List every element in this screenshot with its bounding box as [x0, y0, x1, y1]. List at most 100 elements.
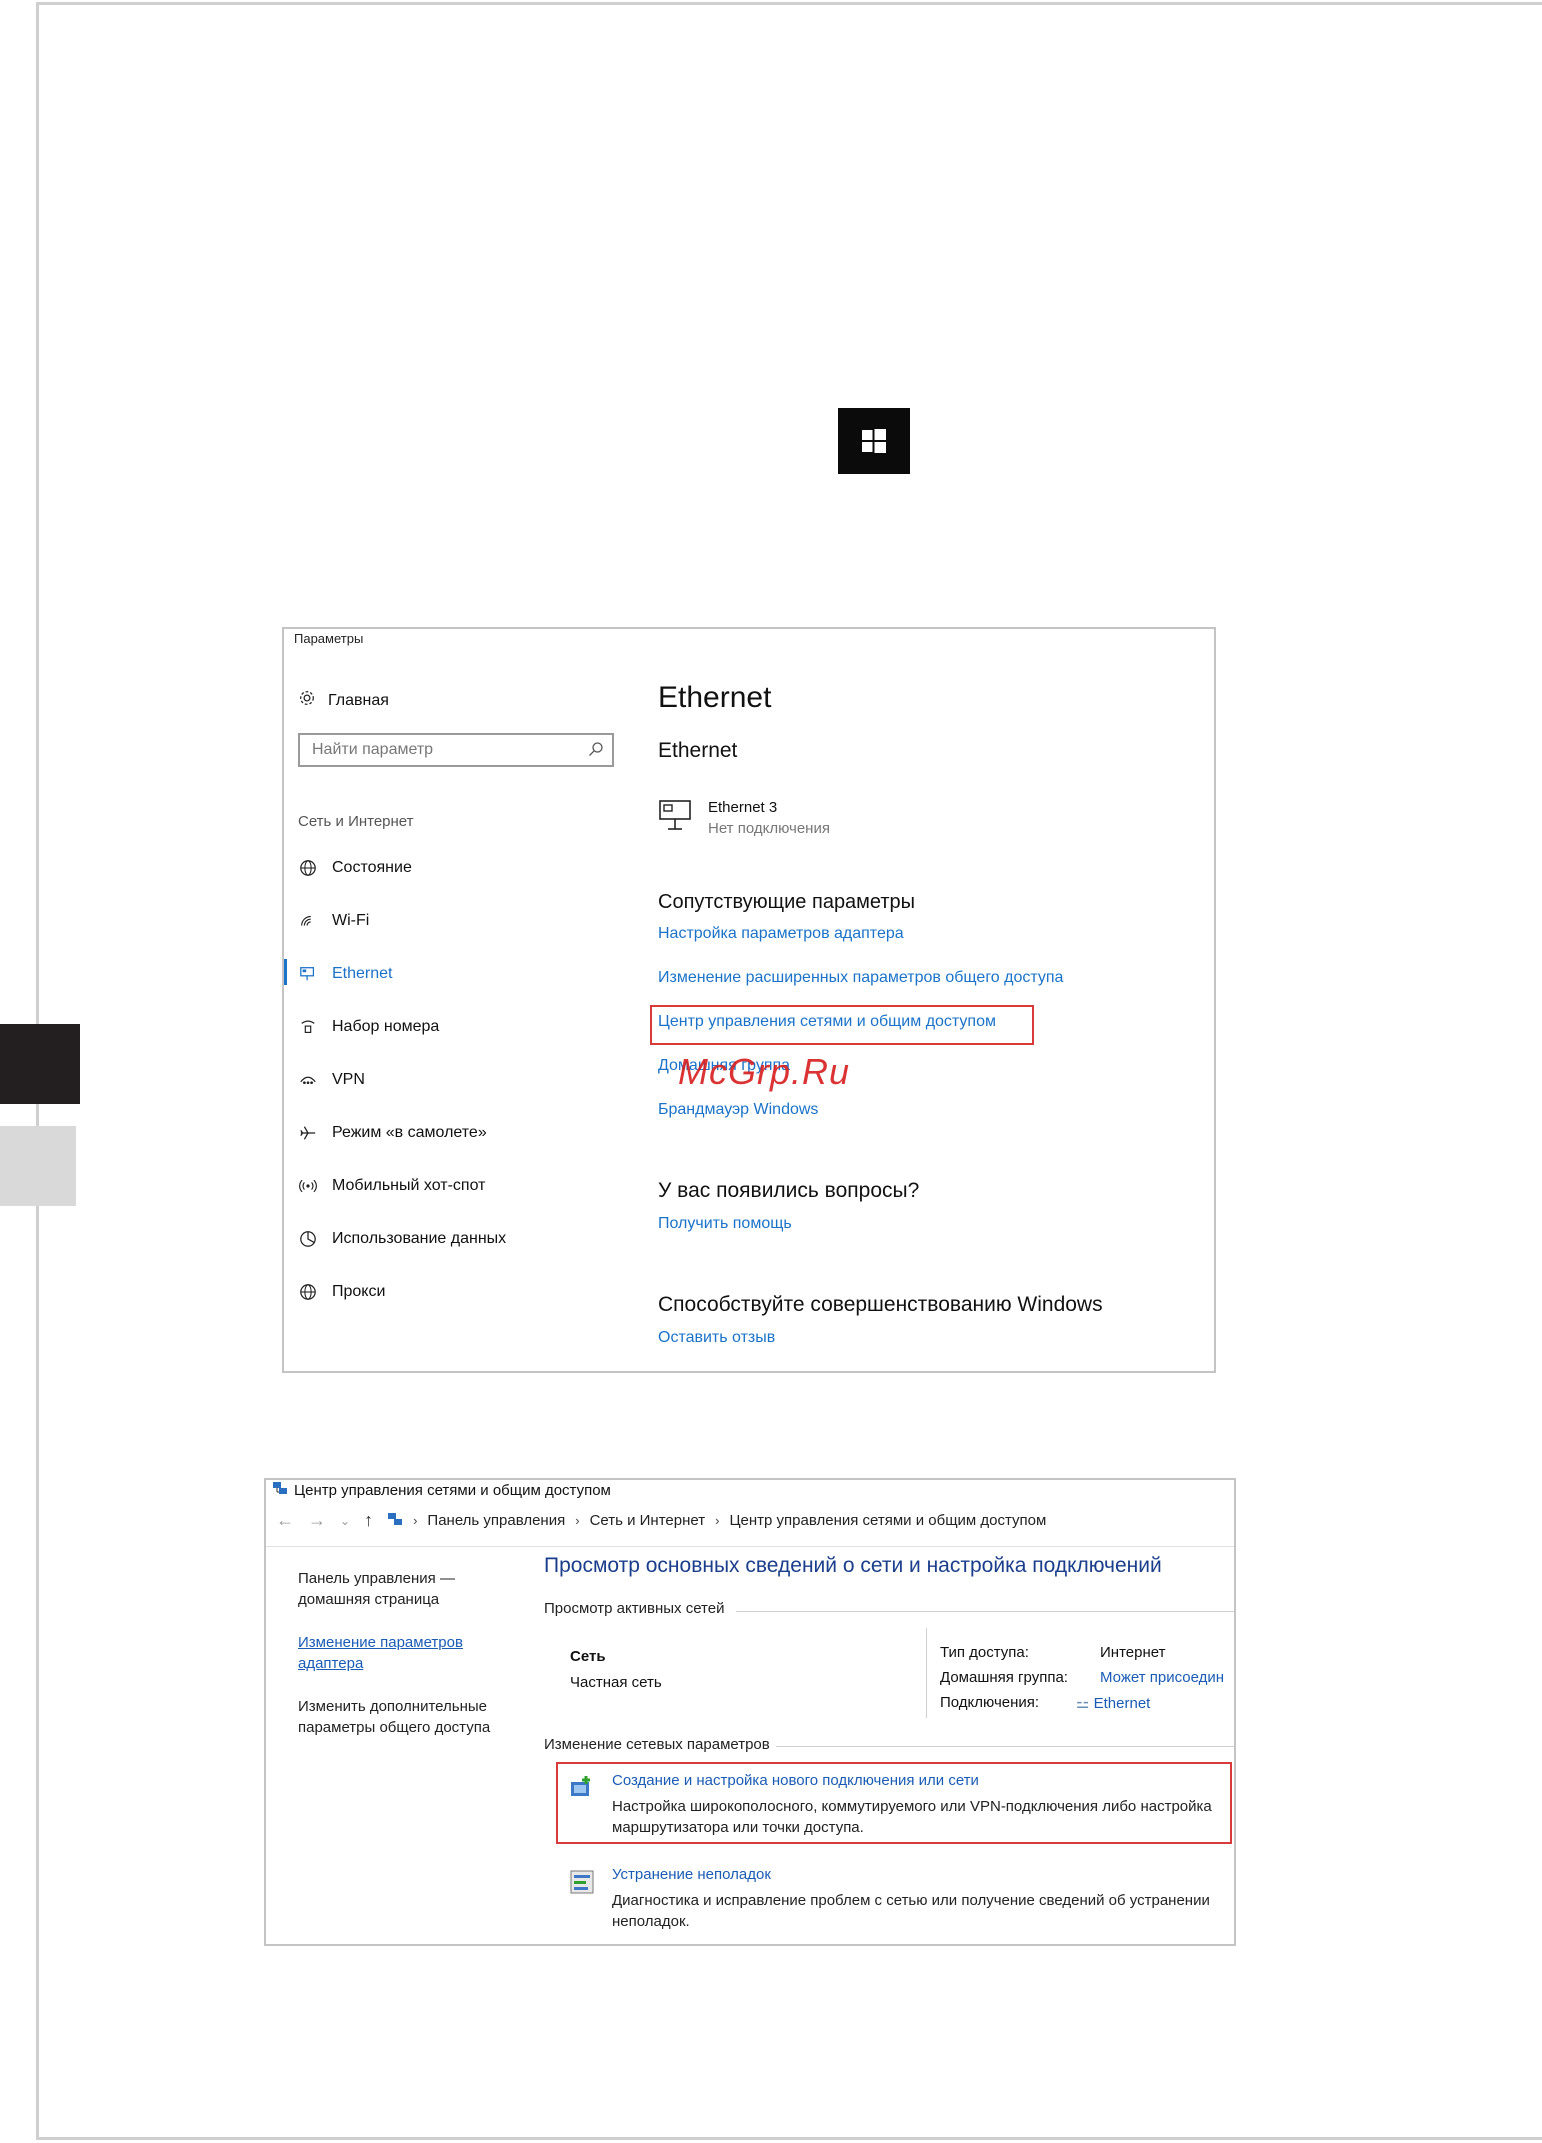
windows-key-icon: [838, 408, 910, 474]
up-arrow-icon[interactable]: ↑: [364, 1510, 373, 1531]
ethernet-plug-icon: ⚍: [1076, 1695, 1090, 1712]
page-subtitle: Ethernet: [658, 739, 738, 762]
questions-heading: У вас появились вопросы?: [658, 1179, 920, 1202]
settings-window: Параметры Главная Найти параметр Сеть и …: [282, 627, 1216, 1373]
connection-name: Ethernet 3: [708, 799, 778, 816]
link-feedback[interactable]: Оставить отзыв: [658, 1329, 775, 1347]
access-type-label: Тип доступа:: [940, 1644, 1029, 1661]
nav-item-wifi[interactable]: Wi-Fi: [298, 911, 369, 931]
nav-item-label: Мобильный хот-спот: [332, 1177, 486, 1194]
chapter-tab-dark: [0, 1024, 80, 1104]
link-firewall[interactable]: Брандмауэр Windows: [658, 1101, 818, 1119]
breadcrumb-item[interactable]: Центр управления сетями и общим доступом: [729, 1512, 1046, 1529]
page-title: Ethernet: [658, 681, 772, 714]
divider: [266, 1546, 1234, 1547]
new-connection-description: Настройка широкополосного, коммутируемог…: [612, 1798, 1212, 1836]
connection-status: Нет подключения: [708, 820, 830, 837]
homegroup-label: Домашняя группа:: [940, 1669, 1068, 1686]
ethernet-icon: [298, 964, 318, 984]
network-center-icon: [272, 1480, 288, 1500]
ethernet-connection-label: Ethernet: [1093, 1695, 1151, 1712]
address-bar: ← → ⌄ ↑ › Панель управления › Сеть и Инт…: [276, 1510, 1046, 1531]
related-settings-heading: Сопутствующие параметры: [658, 891, 916, 913]
active-networks-heading: Просмотр активных сетей: [544, 1600, 725, 1617]
divider: [926, 1628, 927, 1718]
settings-window-title: Параметры: [294, 631, 364, 646]
link-adapter-settings[interactable]: Настройка параметров адаптера: [658, 925, 904, 943]
search-icon: [588, 741, 604, 762]
search-placeholder: Найти параметр: [312, 741, 434, 758]
link-network-sharing-center[interactable]: Центр управления сетями и общим доступом: [658, 1013, 996, 1031]
nav-item-label: Использование данных: [332, 1230, 507, 1247]
new-connection-link[interactable]: Создание и настройка нового подключения …: [612, 1772, 979, 1789]
nav-item-label: Состояние: [332, 859, 412, 876]
homegroup-link[interactable]: Может присоедин: [1100, 1669, 1224, 1686]
nav-item-status[interactable]: Состояние: [298, 858, 412, 878]
nav-item-label: VPN: [332, 1071, 365, 1088]
nav-item-hotspot[interactable]: Мобильный хот-спот: [298, 1176, 485, 1196]
nav-section-label: Сеть и Интернет: [298, 813, 414, 830]
dialup-icon: [298, 1017, 318, 1037]
data-usage-icon: [298, 1229, 318, 1249]
control-panel-icon: [387, 1511, 403, 1531]
recent-dropdown-icon[interactable]: ⌄: [340, 1514, 350, 1528]
improve-heading: Способствуйте совершенствованию Windows: [658, 1293, 1103, 1316]
new-connection-icon: [568, 1774, 596, 1802]
nav-item-data-usage[interactable]: Использование данных: [298, 1229, 506, 1249]
nav-item-label: Режим «в самолете»: [332, 1124, 487, 1141]
active-indicator: [284, 959, 287, 985]
nav-item-vpn[interactable]: VPN: [298, 1070, 365, 1090]
connections-label: Подключения:: [940, 1694, 1040, 1711]
breadcrumb-item[interactable]: Панель управления: [427, 1512, 565, 1529]
globe-icon: [298, 858, 318, 878]
control-panel-home-link[interactable]: Панель управления — домашняя страница: [298, 1568, 518, 1610]
access-type-value: Интернет: [1100, 1644, 1166, 1661]
advanced-sharing-link[interactable]: Изменить дополнительные параметры общего…: [298, 1696, 518, 1738]
nsc-left-pane: Панель управления — домашняя страница Из…: [298, 1568, 518, 1760]
change-adapter-link[interactable]: Изменение параметров адаптера: [298, 1632, 518, 1674]
nsc-title-bar: Центр управления сетями и общим доступом: [272, 1480, 611, 1500]
nav-item-proxy[interactable]: Прокси: [298, 1282, 385, 1302]
wifi-icon: [298, 911, 318, 931]
nsc-window-title: Центр управления сетями и общим доступом: [294, 1481, 611, 1499]
settings-content: Ethernet Ethernet Ethernet 3 Нет подключ…: [650, 629, 1214, 1371]
connection-item[interactable]: Ethernet 3 Нет подключения: [658, 799, 830, 837]
breadcrumb-separator: ›: [575, 1513, 580, 1528]
proxy-globe-icon: [298, 1282, 318, 1302]
breadcrumb-item[interactable]: Сеть и Интернет: [590, 1512, 706, 1529]
nav-item-label: Прокси: [332, 1283, 386, 1300]
nav-item-airplane[interactable]: Режим «в самолете»: [298, 1123, 487, 1143]
breadcrumb: › Панель управления › Сеть и Интернет › …: [387, 1511, 1046, 1531]
network-type[interactable]: Частная сеть: [570, 1674, 662, 1691]
troubleshoot-icon: [568, 1868, 596, 1896]
search-input[interactable]: Найти параметр: [298, 733, 614, 767]
nav-item-dialup[interactable]: Набор номера: [298, 1017, 439, 1037]
nav-item-ethernet[interactable]: Ethernet: [298, 964, 392, 984]
hotspot-icon: [298, 1176, 318, 1196]
nav-item-label: Wi-Fi: [332, 912, 370, 929]
nsc-main-heading: Просмотр основных сведений о сети и наст…: [544, 1554, 1162, 1577]
nav-home[interactable]: Главная: [298, 689, 389, 712]
chapter-tab-light: [0, 1126, 76, 1206]
back-arrow-icon[interactable]: ←: [276, 1510, 294, 1531]
ethernet-connection-link[interactable]: ⚍ Ethernet: [1076, 1694, 1150, 1712]
watermark: McGrp.Ru: [678, 1051, 851, 1092]
divider: [776, 1746, 1234, 1747]
forward-arrow-icon[interactable]: →: [308, 1510, 326, 1531]
divider: [736, 1611, 1234, 1612]
breadcrumb-separator: ›: [715, 1513, 720, 1528]
troubleshoot-link[interactable]: Устранение неполадок: [612, 1866, 771, 1883]
vpn-icon: [298, 1070, 318, 1090]
link-get-help[interactable]: Получить помощь: [658, 1215, 792, 1233]
nav-item-label: Ethernet: [332, 965, 393, 982]
troubleshoot-description: Диагностика и исправление проблем с сеть…: [612, 1892, 1210, 1930]
change-settings-heading: Изменение сетевых параметров: [544, 1736, 770, 1753]
link-advanced-sharing[interactable]: Изменение расширенных параметров общего …: [658, 969, 1063, 987]
nav-item-label: Набор номера: [332, 1018, 440, 1035]
breadcrumb-separator: ›: [413, 1513, 418, 1528]
airplane-icon: [298, 1123, 318, 1143]
network-name: Сеть: [570, 1648, 606, 1665]
nav-home-label: Главная: [328, 691, 389, 709]
network-adapter-icon: [658, 799, 696, 837]
gear-icon: [298, 689, 316, 712]
